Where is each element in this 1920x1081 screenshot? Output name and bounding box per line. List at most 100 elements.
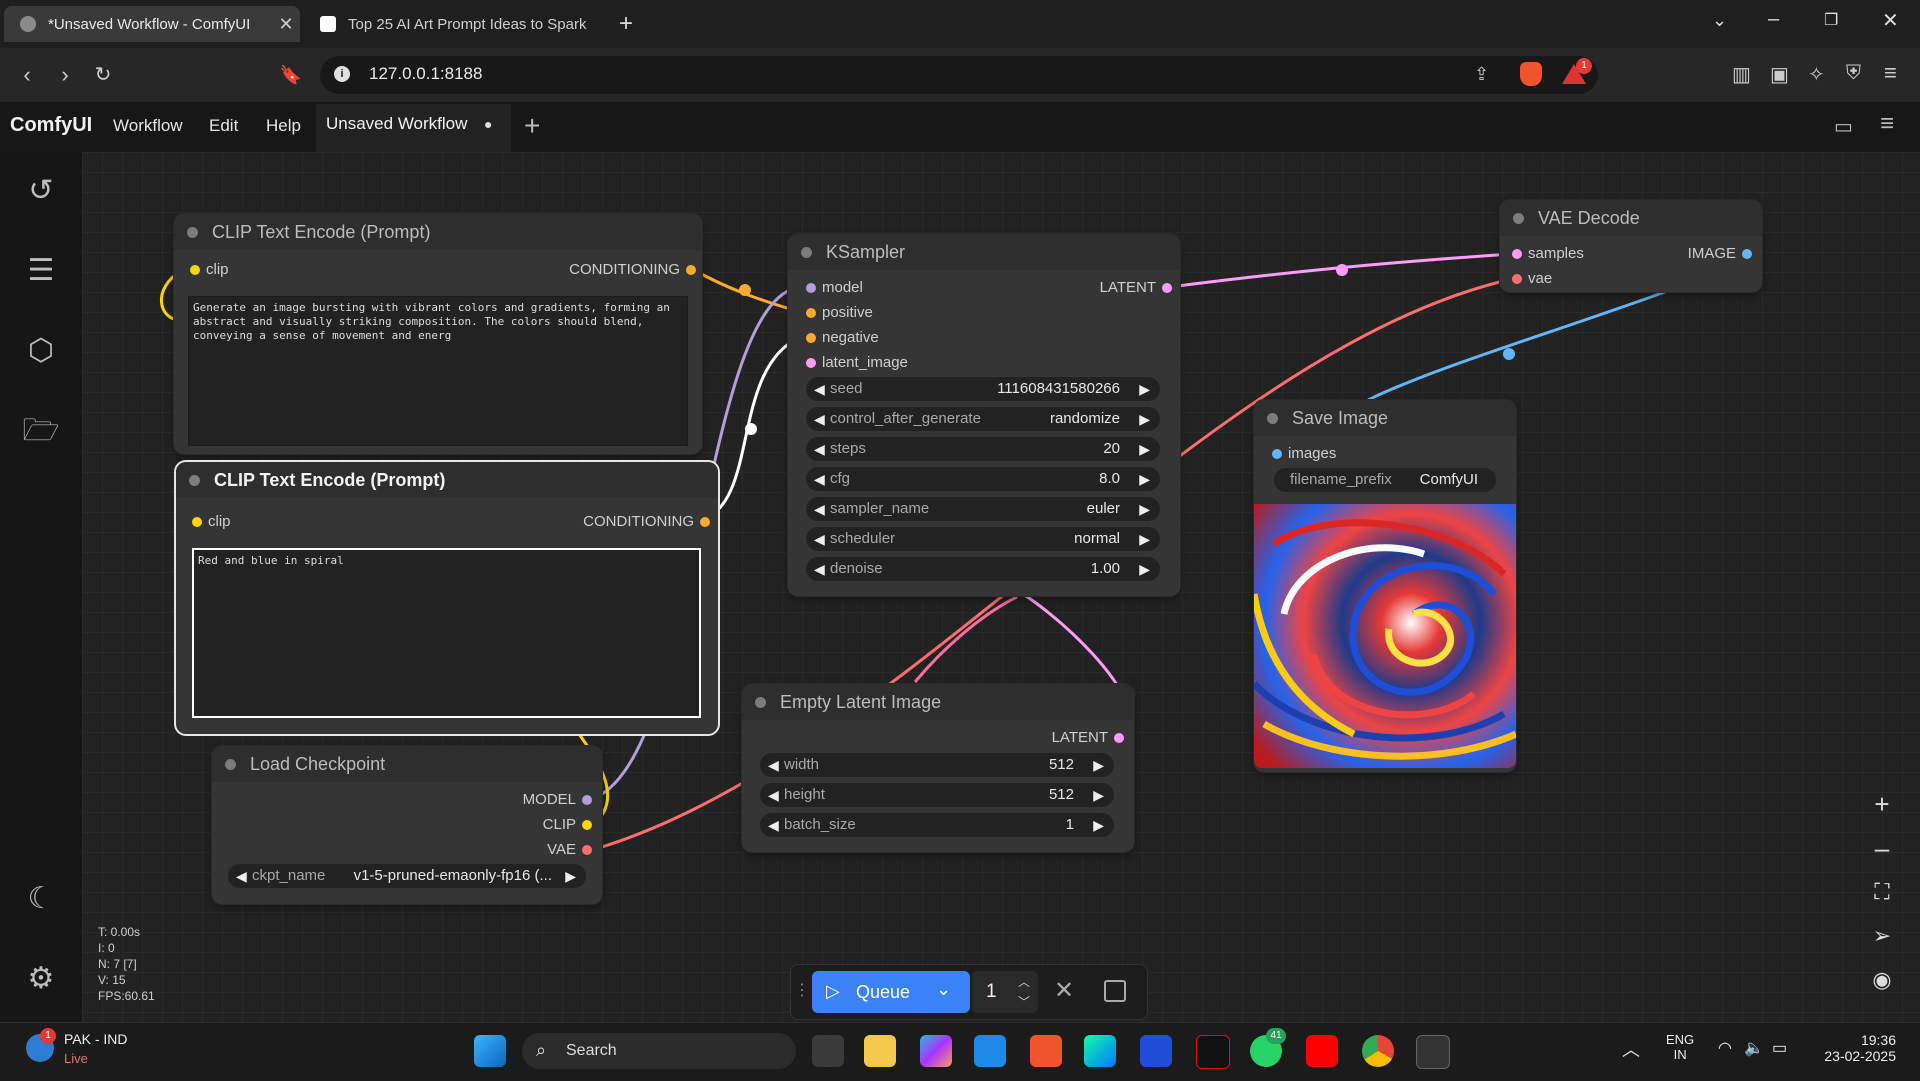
task-view-icon[interactable] — [812, 1035, 844, 1067]
decrement-arrow-icon[interactable]: ◀ — [768, 753, 779, 777]
input-clip[interactable]: clip — [192, 512, 231, 532]
terminal-icon[interactable] — [1416, 1035, 1450, 1069]
taskbar-search[interactable]: ⌕ Search — [522, 1033, 796, 1069]
widget-width[interactable]: ◀ width 512 ▶ — [760, 753, 1114, 777]
fit-view-icon[interactable]: ⛶ — [1862, 874, 1902, 910]
increment-arrow-icon[interactable]: ▶ — [1139, 407, 1150, 431]
copilot-icon[interactable] — [920, 1035, 952, 1067]
increment-arrow-icon[interactable]: ▶ — [1139, 377, 1150, 401]
queue-count-stepper[interactable]: 1 ︿ ﹀ — [972, 971, 1038, 1013]
node-empty-latent-image[interactable]: Empty Latent Image LATENT ◀ width 512 ▶ ◀ he… — [742, 684, 1134, 852]
input-samples[interactable]: samples — [1512, 244, 1584, 264]
increment-arrow-icon[interactable]: ▶ — [1139, 437, 1150, 461]
increment-arrow-icon[interactable]: ▶ — [565, 864, 576, 888]
language-indicator[interactable]: ENG IN — [1666, 1032, 1694, 1062]
ms-store-icon[interactable] — [974, 1035, 1006, 1067]
node-title[interactable]: CLIP Text Encode (Prompt) — [174, 214, 702, 250]
generated-image-preview[interactable] — [1254, 504, 1516, 768]
output-latent[interactable]: LATENT — [1100, 278, 1172, 298]
output-image[interactable]: IMAGE — [1688, 244, 1752, 264]
input-clip[interactable]: clip — [190, 260, 229, 280]
l-app-icon[interactable] — [1140, 1035, 1172, 1067]
widget-ckpt-name[interactable]: ◀ ckpt_name v1-5-pruned-emaonly-fp16 (... ▶ — [228, 864, 586, 888]
select-mode-icon[interactable]: ➢ — [1862, 918, 1902, 954]
input-latent-image[interactable]: latent_image — [806, 353, 908, 373]
input-negative[interactable]: negative — [806, 328, 879, 348]
prompt-textarea[interactable]: Red and blue in spiral — [192, 548, 701, 718]
queue-button[interactable]: ▷ Queue ⌄ — [812, 971, 970, 1013]
zoom-in-plus-icon[interactable]: + — [1862, 786, 1902, 822]
increment-arrow-icon[interactable]: ▶ — [1139, 467, 1150, 491]
increment-arrow-icon[interactable]: ▶ — [1093, 813, 1104, 837]
widget-batch-size[interactable]: ◀ batch_size 1 ▶ — [760, 813, 1114, 837]
widget-sampler-name[interactable]: ◀ sampler_name euler ▶ — [806, 497, 1160, 521]
output-conditioning[interactable]: CONDITIONING — [583, 512, 710, 532]
prompt-textarea[interactable]: Generate an image bursting with vibrant … — [188, 296, 688, 446]
increment-arrow-icon[interactable]: ▶ — [1139, 527, 1150, 551]
node-title[interactable]: CLIP Text Encode (Prompt) — [176, 462, 718, 498]
zoom-out-minus-icon[interactable]: – — [1862, 830, 1902, 866]
decrement-arrow-icon[interactable]: ◀ — [768, 783, 779, 807]
output-model[interactable]: MODEL — [523, 790, 592, 810]
wifi-icon[interactable]: ◠ — [1718, 1038, 1732, 1058]
decrement-arrow-icon[interactable]: ◀ — [236, 864, 247, 888]
node-title[interactable]: Load Checkpoint — [212, 746, 602, 782]
increment-arrow-icon[interactable]: ▶ — [1139, 557, 1150, 581]
input-images[interactable]: images — [1272, 444, 1336, 464]
clock[interactable]: 19:36 23-02-2025 — [1816, 1032, 1896, 1064]
youtube-icon[interactable] — [1306, 1035, 1338, 1067]
chrome-icon[interactable] — [1362, 1035, 1394, 1067]
increment-arrow-icon[interactable]: ▶ — [1093, 753, 1104, 777]
widget-height[interactable]: ◀ height 512 ▶ — [760, 783, 1114, 807]
toggle-links-eye-icon[interactable]: ◉ — [1862, 962, 1902, 998]
node-load-checkpoint[interactable]: Load Checkpoint MODEL CLIP VAE ◀ ckpt_nam… — [212, 746, 602, 904]
widget-steps[interactable]: ◀ steps 20 ▶ — [806, 437, 1160, 461]
node-clip-text-encode-negative[interactable]: CLIP Text Encode (Prompt) clip CONDITION… — [176, 462, 718, 734]
widget-denoise[interactable]: ◀ denoise 1.00 ▶ — [806, 557, 1160, 581]
node-vae-decode[interactable]: VAE Decode samples vae IMAGE — [1500, 200, 1762, 292]
node-title[interactable]: Empty Latent Image — [742, 684, 1134, 720]
brave-taskbar-icon[interactable] — [1030, 1035, 1062, 1067]
widget-control-after-generate[interactable]: ◀ control_after_generate randomize ▶ — [806, 407, 1160, 431]
stepper-up-icon[interactable]: ︿ — [1018, 973, 1030, 990]
volume-icon[interactable]: 🔈 — [1744, 1038, 1764, 1058]
widget-scheduler[interactable]: ◀ scheduler normal ▶ — [806, 527, 1160, 551]
decrement-arrow-icon[interactable]: ◀ — [814, 497, 825, 521]
decrement-arrow-icon[interactable]: ◀ — [768, 813, 779, 837]
output-vae[interactable]: VAE — [547, 840, 592, 860]
decrement-arrow-icon[interactable]: ◀ — [814, 527, 825, 551]
output-clip[interactable]: CLIP — [543, 815, 592, 835]
decrement-arrow-icon[interactable]: ◀ — [814, 437, 825, 461]
increment-arrow-icon[interactable]: ▶ — [1093, 783, 1104, 807]
increment-arrow-icon[interactable]: ▶ — [1139, 497, 1150, 521]
netflix-icon[interactable] — [1196, 1035, 1230, 1069]
output-conditioning[interactable]: CONDITIONING — [569, 260, 696, 280]
tray-chevron-icon[interactable]: ︿ — [1622, 1036, 1640, 1062]
node-title[interactable]: VAE Decode — [1500, 200, 1762, 236]
stop-square-icon[interactable] — [1104, 980, 1126, 1002]
node-title[interactable]: KSampler — [788, 234, 1180, 270]
queue-options-chevron-icon[interactable]: ⌄ — [936, 979, 951, 1000]
widget-filename-prefix[interactable]: filename_prefix ComfyUI — [1274, 468, 1496, 492]
battery-icon[interactable]: ▭ — [1772, 1038, 1787, 1058]
output-latent[interactable]: LATENT — [1052, 728, 1124, 748]
cancel-x-icon[interactable]: ✕ — [1054, 976, 1074, 1005]
file-explorer-icon[interactable] — [864, 1035, 896, 1067]
widget-seed[interactable]: ◀ seed 111608431580266 ▶ — [806, 377, 1160, 401]
node-ksampler[interactable]: KSampler model positive negative latent_… — [788, 234, 1180, 596]
decrement-arrow-icon[interactable]: ◀ — [814, 407, 825, 431]
decrement-arrow-icon[interactable]: ◀ — [814, 377, 825, 401]
input-vae[interactable]: vae — [1512, 269, 1552, 289]
decrement-arrow-icon[interactable]: ◀ — [814, 467, 825, 491]
decrement-arrow-icon[interactable]: ◀ — [814, 557, 825, 581]
node-save-image[interactable]: Save Image images filename_prefix ComfyUI — [1254, 400, 1516, 772]
windows-start-icon[interactable] — [474, 1035, 506, 1067]
node-clip-text-encode-positive[interactable]: CLIP Text Encode (Prompt) clip CONDITION… — [174, 214, 702, 454]
drag-handle-icon[interactable]: ⋮ — [794, 980, 810, 1000]
stepper-down-icon[interactable]: ﹀ — [1018, 993, 1030, 1010]
widget-cfg[interactable]: ◀ cfg 8.0 ▶ — [806, 467, 1160, 491]
edge-icon[interactable] — [1084, 1035, 1116, 1067]
input-model[interactable]: model — [806, 278, 863, 298]
node-title[interactable]: Save Image — [1254, 400, 1516, 436]
input-positive[interactable]: positive — [806, 303, 873, 323]
